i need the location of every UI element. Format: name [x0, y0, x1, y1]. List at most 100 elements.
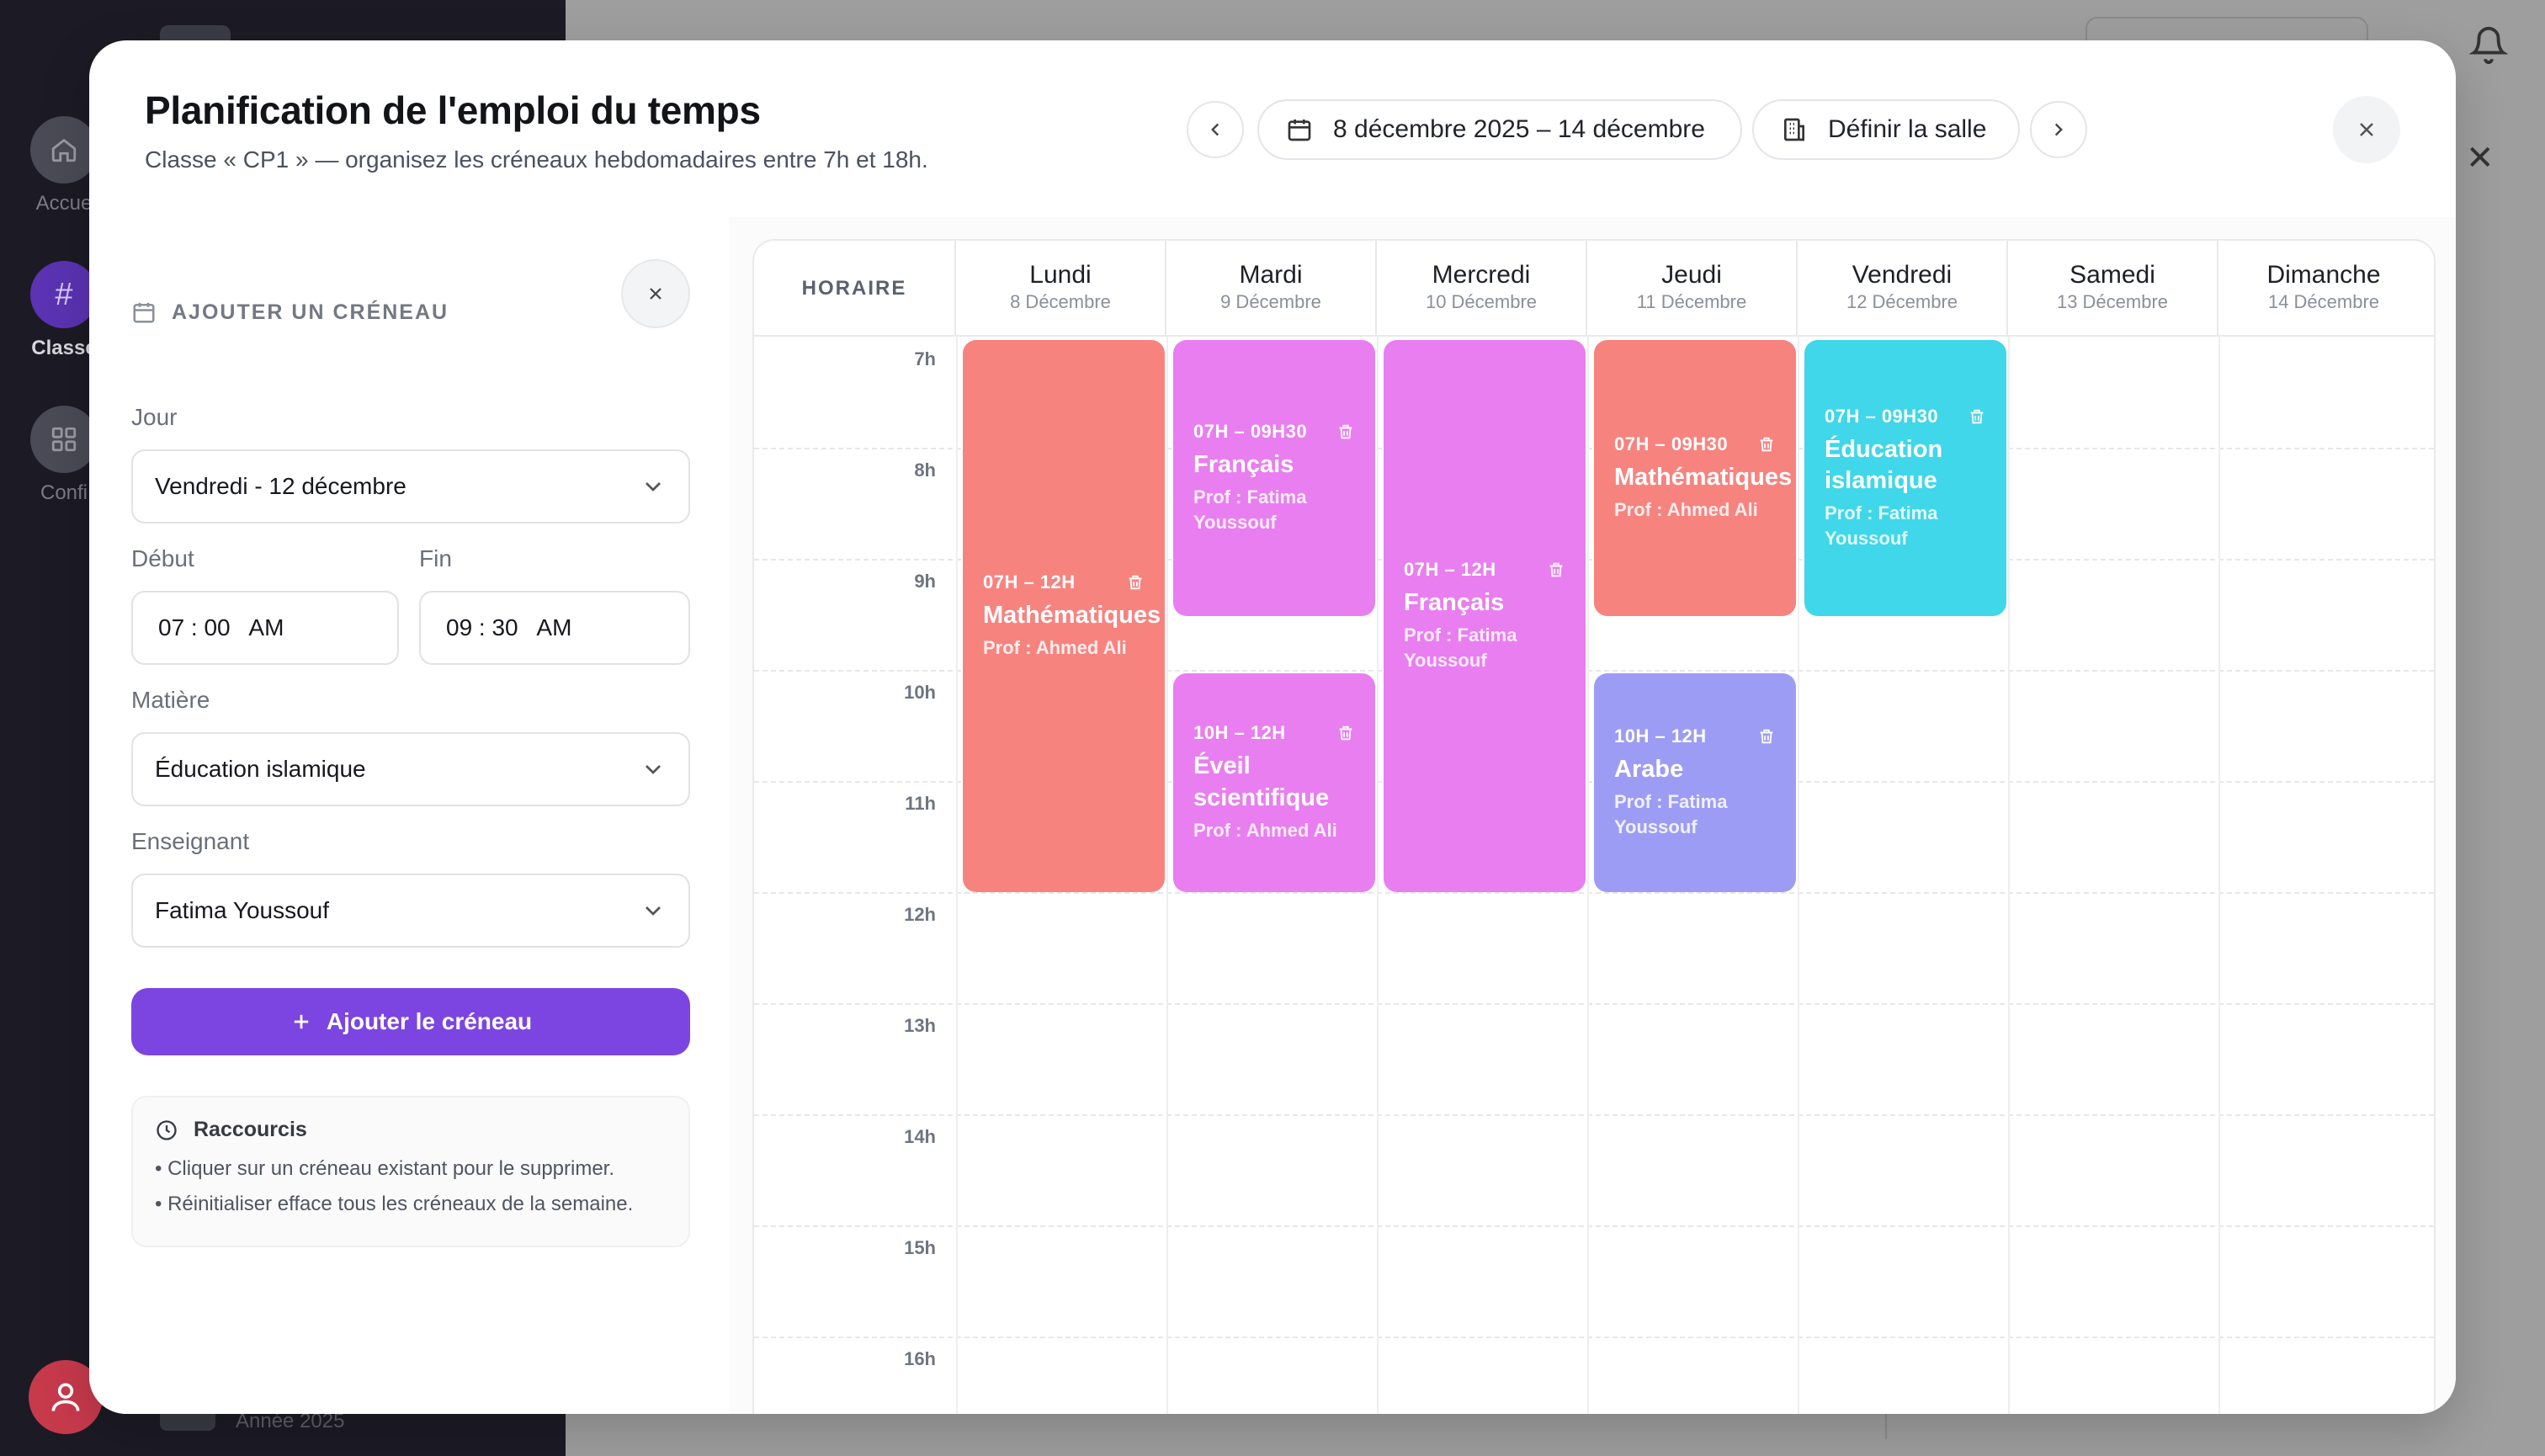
close-panel-button[interactable]	[621, 259, 690, 328]
day-name: Lundi	[1029, 261, 1092, 289]
trash-icon[interactable]	[1757, 727, 1776, 746]
column-divider	[1377, 337, 1379, 1414]
hour-column-header: HORAIRE	[754, 241, 956, 337]
event-time-text: 07H – 12H	[983, 571, 1076, 593]
hour-row[interactable]: 15h	[754, 1227, 2434, 1338]
day-date: 10 Décembre	[1425, 291, 1538, 312]
day-name: Mercredi	[1432, 261, 1531, 289]
close-modal-button[interactable]	[2333, 96, 2400, 163]
shortcut-item: • Cliquer sur un créneau existant pour l…	[155, 1157, 615, 1180]
chevron-down-icon	[646, 765, 661, 774]
hour-row[interactable]: 16h	[754, 1338, 2434, 1414]
set-room-label: Définir la salle	[1828, 115, 1987, 143]
event-title: Arabe	[1614, 756, 1684, 784]
day-name: Samedi	[2069, 261, 2155, 289]
event-time: 10H – 12H	[1193, 722, 1355, 744]
event-tuesday-science[interactable]: 10H – 12H Éveil scientifique Prof : Ahme…	[1173, 673, 1375, 892]
teacher-select[interactable]: Fatima Youssouf	[131, 874, 690, 948]
day-date: 13 Décembre	[2056, 291, 2169, 312]
add-slot-heading-text: AJOUTER UN CRÉNEAU	[172, 300, 449, 324]
subject-select[interactable]: Éducation islamique	[131, 732, 690, 806]
set-room-button[interactable]: Définir la salle	[1752, 99, 2020, 160]
clock-icon	[157, 1119, 177, 1140]
day-header-tuesday[interactable]: Mardi 9 Décembre	[1166, 241, 1377, 337]
event-monday-math[interactable]: 07H – 12H Mathématiques Prof : Ahmed Ali	[963, 340, 1165, 892]
subject-label: Matière	[131, 687, 210, 713]
trash-icon[interactable]	[1126, 573, 1145, 592]
chevron-down-icon	[646, 482, 661, 492]
event-time: 10H – 12H	[1614, 725, 1776, 747]
hour-label: 7h	[914, 348, 936, 369]
event-wednesday-french[interactable]: 07H – 12H Français Prof : Fatima Youssou…	[1384, 340, 1586, 892]
background-close-icon: ✕	[2466, 140, 2495, 177]
add-slot-panel: AJOUTER UN CRÉNEAU Jour Vendredi - 12 dé…	[89, 217, 729, 1414]
day-header-saturday[interactable]: Samedi 13 Décembre	[2008, 241, 2218, 337]
calendar-icon	[133, 302, 155, 323]
chevron-left-icon	[1211, 123, 1219, 136]
event-tuesday-french[interactable]: 07H – 09H30 Français Prof : Fatima Youss…	[1173, 340, 1375, 616]
event-teacher: Prof : Ahmed Ali	[983, 637, 1127, 658]
event-friday-islamic[interactable]: 07H – 09H30 Éducation islamique Prof : F…	[1804, 340, 2006, 616]
day-select-value: Vendredi - 12 décembre	[155, 473, 406, 499]
trash-icon[interactable]	[1968, 407, 1986, 426]
hour-label: 8h	[914, 460, 936, 481]
previous-week-button[interactable]	[1187, 101, 1244, 158]
chevron-down-icon	[646, 906, 661, 916]
add-slot-button[interactable]: Ajouter le créneau	[131, 988, 690, 1055]
start-time-input[interactable]: 07 : 00 AM	[131, 591, 399, 665]
hour-label: 9h	[914, 571, 936, 592]
background-nav-label: Confi	[40, 481, 88, 504]
trash-icon[interactable]	[1336, 422, 1355, 441]
end-time-value: 09 : 30 AM	[446, 614, 572, 640]
shortcut-item: • Réinitialiser efface tous les créneaux…	[155, 1193, 634, 1215]
day-header-monday[interactable]: Lundi 8 Décembre	[956, 241, 1166, 337]
week-range-button[interactable]: 8 décembre 2025 – 14 décembre	[1257, 99, 1742, 160]
modal-title: Planification de l'emploi du temps	[145, 88, 761, 132]
event-thursday-arabic[interactable]: 10H – 12H Arabe Prof : Fatima Youssouf	[1594, 673, 1796, 892]
week-range-label: 8 décembre 2025 – 14 décembre	[1333, 115, 1705, 143]
day-header-wednesday[interactable]: Mercredi 10 Décembre	[1377, 241, 1587, 337]
calendar-header: HORAIRE Lundi 8 Décembre Mardi 9 Décembr…	[754, 241, 2434, 337]
day-select[interactable]: Vendredi - 12 décembre	[131, 449, 690, 523]
column-divider	[2008, 337, 2010, 1414]
teacher-select-value: Fatima Youssouf	[155, 897, 330, 923]
event-time: 07H – 09H30	[1193, 421, 1355, 443]
day-name: Dimanche	[2266, 261, 2381, 289]
hour-label: 10h	[904, 682, 936, 703]
event-time: 07H – 09H30	[1825, 406, 1986, 428]
day-label: Jour	[131, 404, 178, 430]
trash-icon[interactable]	[1547, 561, 1565, 579]
hour-row[interactable]: 12h	[754, 894, 2434, 1005]
chevron-right-icon	[2054, 123, 2063, 136]
event-time-text: 10H – 12H	[1193, 722, 1286, 744]
modal-header: Planification de l'emploi du temps Class…	[89, 40, 2456, 217]
hour-row[interactable]: 13h	[754, 1005, 2434, 1116]
column-divider	[2218, 337, 2220, 1414]
trash-icon[interactable]	[1757, 435, 1776, 454]
end-time-input[interactable]: 09 : 30 AM	[419, 591, 690, 665]
day-name: Jeudi	[1661, 261, 1722, 289]
day-header-friday[interactable]: Vendredi 12 Décembre	[1798, 241, 2008, 337]
close-icon	[2360, 123, 2373, 136]
day-header-sunday[interactable]: Dimanche 14 Décembre	[2218, 241, 2429, 337]
calendar-icon	[1288, 120, 1311, 141]
background-nav-config: Confi	[30, 406, 98, 505]
hour-row[interactable]: 14h	[754, 1116, 2434, 1227]
event-thursday-math[interactable]: 07H – 09H30 Mathématiques Prof : Ahmed A…	[1594, 340, 1796, 616]
add-slot-heading: AJOUTER UN CRÉNEAU	[131, 300, 449, 325]
day-header-thursday[interactable]: Jeudi 11 Décembre	[1587, 241, 1798, 337]
day-date: 12 Décembre	[1846, 291, 1958, 312]
background-nav-home: Accue	[30, 116, 98, 215]
trash-icon[interactable]	[1336, 724, 1355, 742]
column-divider	[1587, 337, 1589, 1414]
event-title: Français	[1404, 589, 1505, 617]
event-time-text: 07H – 12H	[1404, 559, 1496, 581]
start-label: Début	[131, 545, 194, 571]
subject-select-value: Éducation islamique	[155, 756, 366, 782]
shortcuts-box: Raccourcis • Cliquer sur un créneau exis…	[131, 1096, 690, 1247]
event-time-text: 07H – 09H30	[1825, 405, 1939, 427]
background-nav-classes: # Classe	[30, 261, 98, 360]
next-week-button[interactable]	[2030, 101, 2087, 158]
calendar-area: HORAIRE Lundi 8 Décembre Mardi 9 Décembr…	[729, 217, 2456, 1414]
event-teacher: Prof : Fatima Youssouf	[1614, 791, 1728, 837]
